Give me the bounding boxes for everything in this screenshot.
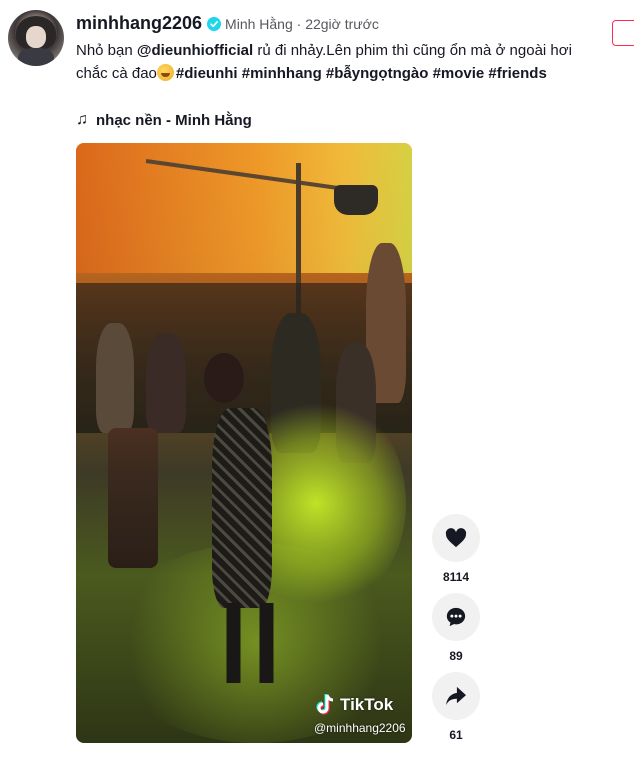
share-icon <box>446 686 466 706</box>
music-title: nhạc nền - Minh Hằng <box>96 111 252 129</box>
music-note-icon: ♫ <box>76 111 88 128</box>
comment-action: 89 <box>432 593 480 663</box>
tiktok-watermark: TikTok <box>316 694 393 716</box>
tiktok-brand-text: TikTok <box>340 695 394 714</box>
music-link[interactable]: ♫ nhạc nền - Minh Hằng <box>76 111 252 129</box>
comment-icon <box>446 607 466 627</box>
share-action: 61 <box>432 672 480 742</box>
caption-text-1: Nhỏ bạn <box>76 42 137 59</box>
caption: Nhỏ bạn @dieunhiofficial rủ đi nhảy.Lên … <box>76 40 596 85</box>
follow-button[interactable] <box>612 20 634 46</box>
comment-count: 89 <box>449 649 463 663</box>
like-count: 8114 <box>442 570 470 584</box>
verified-icon <box>207 16 222 31</box>
video-scene-dancer <box>212 408 272 608</box>
rofl-emoji-icon <box>156 63 174 81</box>
video-scene-dancer <box>216 603 286 683</box>
avatar[interactable] <box>8 10 64 66</box>
video-scene-person <box>146 333 186 433</box>
post-header: minhhang2206 Minh Hằng · 22giờ trước <box>76 13 379 34</box>
video-player[interactable]: TikTok @minhhang2206 <box>76 143 412 743</box>
username[interactable]: minhhang2206 <box>76 13 202 34</box>
watermark-username: @minhhang2206 <box>314 721 406 735</box>
video-scene-dancer <box>204 353 244 403</box>
share-button[interactable] <box>432 672 480 720</box>
avatar-body <box>18 48 54 66</box>
tiktok-logo-icon <box>316 694 334 715</box>
comment-button[interactable] <box>432 593 480 641</box>
like-action: 8114 <box>432 514 480 584</box>
video-scene-person <box>96 323 134 433</box>
video-scene-table <box>108 428 158 568</box>
avatar-face <box>26 26 46 48</box>
caption-hashtags[interactable]: #dieunhi #minhhang #bẫyngọtngào #movie #… <box>176 65 547 82</box>
nickname-and-time: Minh Hằng · 22giờ trước <box>225 15 379 32</box>
video-scene-lamp <box>334 185 378 215</box>
share-count: 61 <box>449 728 463 742</box>
caption-mention[interactable]: @dieunhiofficial <box>137 42 253 59</box>
like-button[interactable] <box>432 514 480 562</box>
heart-icon <box>445 528 467 548</box>
